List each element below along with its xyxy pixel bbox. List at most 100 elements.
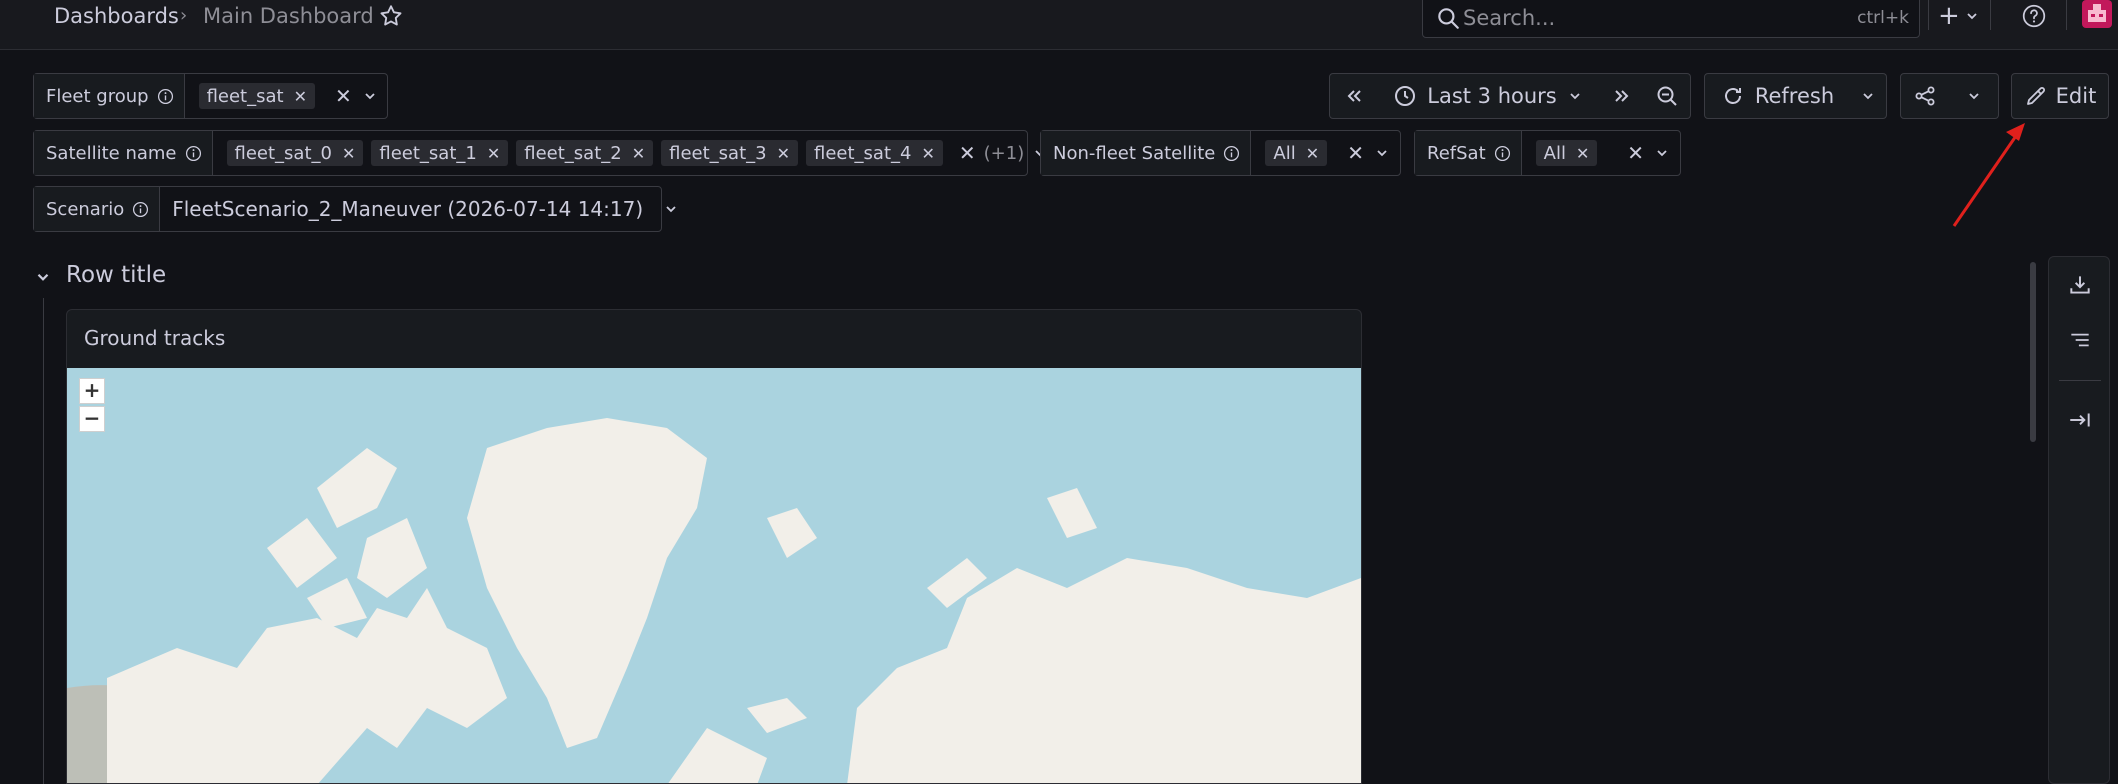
share-button[interactable] (1900, 73, 1950, 119)
refresh-icon (1724, 88, 1741, 104)
breadcrumb-current: Main Dashboard (203, 4, 374, 28)
chip-fleet-sat-3[interactable]: fleet_sat_3 ✕ (661, 140, 798, 166)
refresh-button[interactable]: Refresh (1704, 73, 1851, 119)
clear-icon[interactable]: ✕ (335, 84, 352, 108)
collapse-sidebar-icon[interactable] (2067, 407, 2093, 433)
chevron-down-icon (1968, 93, 1979, 100)
chip-all[interactable]: All ✕ (1265, 140, 1328, 166)
scrollbar[interactable] (2030, 262, 2036, 442)
scenario-select[interactable]: FleetScenario_2_Maneuver (2026-07-14 14:… (160, 187, 689, 231)
chevron-down-icon (1967, 13, 1977, 20)
pencil-icon (2026, 87, 2045, 105)
plus-icon: + (1938, 1, 1960, 31)
satellite-name-label: Satellite name (34, 131, 213, 175)
divider (2066, 0, 2067, 30)
clear-icon[interactable]: ✕ (1627, 141, 1644, 165)
chevron-down-icon[interactable] (1654, 145, 1670, 161)
double-chevron-right-icon (1614, 90, 1628, 102)
search-icon (1438, 8, 1459, 29)
satellite-name-variable: Satellite name fleet_sat_0 ✕ fleet_sat_1 ✕… (33, 130, 1045, 176)
double-chevron-left-icon (1347, 90, 1361, 102)
help-icon[interactable] (2021, 3, 2047, 29)
chevron-down-icon (1570, 93, 1580, 100)
time-range-picker[interactable]: Last 3 hours (1377, 73, 1600, 119)
zoom-out-icon (1657, 86, 1677, 106)
clear-icon[interactable]: ✕ (1347, 141, 1364, 165)
fleet-group-variable: Fleet group fleet_sat ✕ ✕ (33, 73, 388, 119)
breadcrumb-separator: › (180, 5, 188, 26)
search-shortcut: ctrl+k (1857, 8, 1909, 28)
panel-title[interactable]: Ground tracks (84, 326, 225, 350)
clock-icon (1395, 86, 1416, 106)
star-icon[interactable] (378, 3, 404, 29)
non-fleet-select[interactable]: All ✕ ✕ (1251, 131, 1400, 175)
more-count: (+1) (983, 142, 1025, 164)
remove-chip-icon[interactable]: ✕ (777, 144, 790, 163)
remove-chip-icon[interactable]: ✕ (342, 144, 355, 163)
download-icon[interactable] (2067, 272, 2093, 298)
refresh-label: Refresh (1754, 84, 1835, 108)
refresh-interval-dropdown[interactable] (1850, 73, 1887, 119)
info-icon[interactable] (1494, 145, 1511, 162)
avatar[interactable] (2082, 0, 2112, 28)
scenario-variable: Scenario FleetScenario_2_Maneuver (2026-… (33, 186, 676, 232)
refsat-label: RefSat (1415, 131, 1522, 175)
chip-fleet-sat-4[interactable]: fleet_sat_4 ✕ (806, 140, 943, 166)
top-nav-bar: Dashboards › Main Dashboard Search... ct… (0, 0, 2118, 50)
world-map (67, 418, 1361, 783)
list-outline-icon[interactable] (2067, 327, 2093, 353)
ground-tracks-map[interactable]: + − (67, 368, 1361, 783)
share-dropdown[interactable] (1949, 73, 1999, 119)
row-title[interactable]: Row title (66, 262, 166, 288)
zoom-out-time-button[interactable] (1644, 73, 1691, 119)
chip-fleet-sat-2[interactable]: fleet_sat_2 ✕ (516, 140, 654, 166)
collapse-row-icon[interactable] (34, 268, 52, 286)
fleet-group-select[interactable]: fleet_sat ✕ ✕ (185, 74, 388, 118)
add-button[interactable]: + (1938, 2, 1980, 30)
refsat-select[interactable]: All ✕ ✕ (1522, 131, 1680, 175)
info-icon[interactable] (132, 201, 149, 218)
scenario-label: Scenario (34, 187, 161, 231)
info-icon[interactable] (1223, 145, 1240, 162)
row-indent-line (43, 298, 44, 784)
chip-fleet-sat[interactable]: fleet_sat ✕ (198, 83, 315, 109)
breadcrumb-dashboards[interactable]: Dashboards (54, 2, 179, 30)
search-placeholder: Search... (1463, 6, 1556, 30)
ground-tracks-panel: Ground tracks + − (66, 309, 1362, 784)
share-icon (1915, 86, 1935, 106)
right-sidebar (2048, 256, 2110, 784)
edit-button[interactable]: Edit (2011, 73, 2109, 119)
chevron-down-icon[interactable] (1374, 145, 1390, 161)
non-fleet-satellite-variable: Non-fleet Satellite All ✕ ✕ (1040, 130, 1401, 176)
map-zoom-out-button[interactable]: − (79, 406, 105, 432)
chip-all[interactable]: All ✕ (1535, 140, 1598, 166)
divider (1990, 0, 1991, 30)
divider (1928, 0, 1929, 30)
remove-chip-icon[interactable]: ✕ (632, 144, 645, 163)
remove-chip-icon[interactable]: ✕ (1576, 144, 1589, 163)
search-input[interactable]: Search... ctrl+k (1422, 0, 1920, 38)
fleet-group-label: Fleet group (34, 74, 185, 118)
time-shift-forward-button[interactable] (1599, 73, 1645, 119)
satellite-name-select[interactable]: fleet_sat_0 ✕ fleet_sat_1 ✕ fleet_sat_2 ✕ f… (213, 131, 1059, 175)
chevron-down-icon[interactable] (663, 201, 679, 217)
divider (2059, 380, 2101, 381)
edit-label: Edit (2055, 84, 2097, 108)
remove-chip-icon[interactable]: ✕ (1306, 144, 1319, 163)
remove-chip-icon[interactable]: ✕ (487, 144, 500, 163)
info-icon[interactable] (185, 145, 202, 162)
non-fleet-label: Non-fleet Satellite (1041, 131, 1252, 175)
chevron-down-icon[interactable] (362, 88, 378, 104)
info-icon[interactable] (157, 88, 174, 105)
remove-chip-icon[interactable]: ✕ (921, 144, 934, 163)
chip-fleet-sat-1[interactable]: fleet_sat_1 ✕ (371, 140, 509, 166)
user-avatar-icon (2088, 4, 2106, 22)
chip-fleet-sat-0[interactable]: fleet_sat_0 ✕ (226, 140, 364, 166)
map-zoom-in-button[interactable]: + (79, 378, 105, 404)
chevron-down-icon (1863, 93, 1873, 100)
time-range-label: Last 3 hours (1427, 84, 1557, 108)
clear-icon[interactable]: ✕ (959, 141, 976, 165)
time-shift-back-button[interactable] (1329, 73, 1378, 119)
scenario-value: FleetScenario_2_Maneuver (2026-07-14 14:… (172, 197, 644, 221)
remove-chip-icon[interactable]: ✕ (294, 87, 307, 106)
